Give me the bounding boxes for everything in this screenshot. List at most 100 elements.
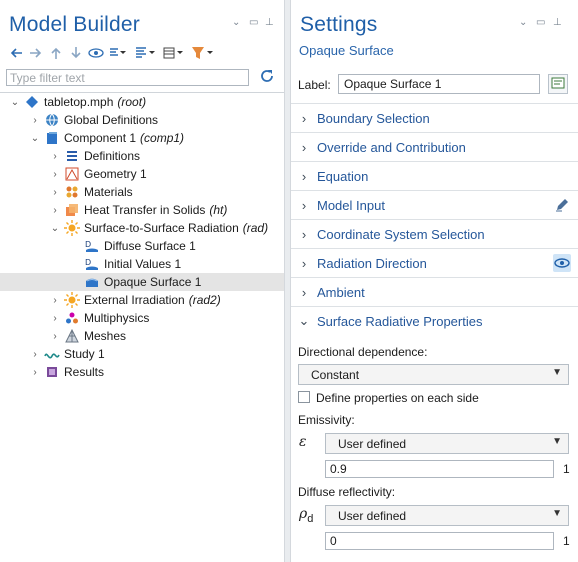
tree-item[interactable]: › Geometry 1 — [0, 165, 284, 183]
tree-item[interactable]: ⌄ tabletop.mph (root) — [0, 93, 284, 111]
view-menu-icon[interactable]: ⌄ — [232, 17, 240, 28]
move-down-icon[interactable] — [66, 43, 86, 63]
label-edit-icon — [551, 76, 565, 93]
directional-dependence-select[interactable]: Constant ▼ — [298, 364, 569, 385]
directional-dependence-label: Directional dependence: — [298, 345, 428, 359]
svg-text:D: D — [85, 258, 91, 267]
emissivity-input[interactable]: 0.9 — [325, 460, 554, 478]
tree-item[interactable]: ⌄ Component 1 (comp1) — [0, 129, 284, 147]
emissivity-unit: 1 — [563, 462, 570, 476]
tree-item-label: Diffuse Surface 1 — [104, 239, 196, 253]
expand-chevron-right-icon[interactable]: › — [30, 115, 40, 126]
tree-item-label: Multiphysics — [84, 311, 150, 325]
expand-icon[interactable] — [132, 43, 160, 63]
filter-funnel-icon[interactable] — [188, 43, 218, 63]
chevron-down-icon: ▼ — [552, 436, 562, 447]
tree-item-label: External Irradiation — [84, 293, 185, 307]
eye-icon[interactable] — [553, 254, 571, 272]
chevron-down-icon: ▼ — [552, 367, 562, 378]
label-action-button[interactable] — [548, 74, 568, 94]
tree-item[interactable]: › Results — [0, 363, 284, 381]
tree-item-label: Study 1 — [64, 347, 105, 361]
maximize-icon[interactable]: ▭ — [536, 17, 545, 28]
heat-transfer-icon — [64, 202, 80, 218]
expand-chevron-right-icon[interactable]: › — [30, 349, 40, 360]
tree-item[interactable]: › Meshes — [0, 327, 284, 345]
section-radiation-direction[interactable]: › Radiation Direction — [291, 248, 578, 277]
rho-subscript: d — [307, 512, 314, 525]
tree-item[interactable]: Opaque Surface 1 — [0, 273, 284, 291]
forward-arrow-icon[interactable] — [26, 43, 46, 63]
section-equation[interactable]: › Equation — [291, 161, 578, 190]
chevron-right-icon: › — [301, 197, 307, 213]
svg-text:D: D — [85, 240, 91, 249]
emissivity-mode-select[interactable]: User defined ▼ — [325, 433, 569, 454]
view-menu-icon[interactable]: ⌄ — [519, 17, 527, 28]
chevron-right-icon: › — [301, 168, 307, 184]
expand-chevron-right-icon[interactable]: › — [50, 313, 60, 324]
show-icon[interactable] — [86, 43, 106, 63]
section-override-and-contribution[interactable]: › Override and Contribution — [291, 132, 578, 161]
section-boundary-selection[interactable]: › Boundary Selection — [291, 103, 578, 132]
tree-item[interactable]: › Multiphysics — [0, 309, 284, 327]
expand-chevron-right-icon[interactable]: › — [50, 187, 60, 198]
layout-icon[interactable] — [160, 43, 188, 63]
section-label: Boundary Selection — [317, 110, 430, 126]
maximize-icon[interactable]: ▭ — [249, 17, 258, 28]
expand-chevron-down-icon[interactable]: ⌄ — [30, 133, 40, 144]
section-ambient[interactable]: › Ambient — [291, 277, 578, 306]
tree-item-tag: (comp1) — [140, 131, 185, 145]
expand-chevron-down-icon[interactable]: ⌄ — [10, 97, 20, 108]
tree-item-label: Component 1 — [64, 131, 137, 145]
opaque-surface-icon — [84, 274, 100, 290]
define-each-side-label: Define properties on each side — [316, 391, 479, 405]
results-icon — [44, 364, 60, 380]
tree-item[interactable]: D Initial Values 1 — [0, 255, 284, 273]
tree-item[interactable]: ⌄ Surface-to-Surface Radiation (rad) — [0, 219, 284, 237]
chevron-right-icon: › — [301, 110, 307, 126]
diffuse-mode-select[interactable]: User defined ▼ — [325, 505, 569, 526]
model-builder-title: Model Builder — [9, 13, 140, 36]
tree-item[interactable]: › Definitions — [0, 147, 284, 165]
pin-icon[interactable]: ⊥ — [553, 17, 562, 28]
tree-item[interactable]: › Heat Transfer in Solids (ht) — [0, 201, 284, 219]
section-label: Radiation Direction — [317, 255, 427, 271]
collapse-icon[interactable] — [106, 43, 132, 63]
pencil-icon[interactable] — [553, 196, 571, 214]
tree-item[interactable]: D Diffuse Surface 1 — [0, 237, 284, 255]
chevron-right-icon: › — [301, 139, 307, 155]
tree-item[interactable]: › Materials — [0, 183, 284, 201]
tree-item-label: tabletop.mph — [44, 95, 114, 109]
define-each-side-checkbox[interactable] — [298, 391, 310, 403]
tree-filter-input[interactable]: Type filter text — [6, 69, 249, 86]
expand-chevron-right-icon[interactable]: › — [50, 331, 60, 342]
section-model-input[interactable]: › Model Input — [291, 190, 578, 219]
tree-item-label: Heat Transfer in Solids — [84, 203, 206, 217]
move-up-icon[interactable] — [46, 43, 66, 63]
label-field[interactable]: Opaque Surface 1 — [338, 74, 540, 94]
chevron-down-icon: ⌄ — [298, 313, 310, 328]
materials-icon — [64, 184, 80, 200]
expand-chevron-right-icon[interactable]: › — [50, 169, 60, 180]
diffuse-reflectivity-symbol: ρd — [299, 506, 313, 525]
refresh-icon[interactable] — [259, 68, 275, 87]
section-label: Ambient — [317, 284, 365, 300]
component-icon — [44, 130, 60, 146]
expand-chevron-right-icon[interactable]: › — [50, 151, 60, 162]
diffuse-reflectivity-input[interactable]: 0 — [325, 532, 554, 550]
tree-item[interactable]: › Study 1 — [0, 345, 284, 363]
radiation-icon — [64, 220, 80, 236]
tree-item-label: Definitions — [84, 149, 141, 163]
expand-chevron-right-icon[interactable]: › — [30, 367, 40, 378]
tree-item[interactable]: › External Irradiation (rad2) — [0, 291, 284, 309]
settings-subtitle: Opaque Surface — [299, 43, 394, 58]
expand-chevron-right-icon[interactable]: › — [50, 295, 60, 306]
section-coordinate-system-selection[interactable]: › Coordinate System Selection — [291, 219, 578, 248]
back-arrow-icon[interactable] — [6, 43, 26, 63]
section-surface-radiative-properties[interactable]: ⌄ Surface Radiative Properties — [291, 306, 578, 335]
expand-chevron-down-icon[interactable]: ⌄ — [50, 223, 60, 234]
settings-title: Settings — [300, 13, 378, 36]
pin-icon[interactable]: ⊥ — [265, 17, 274, 28]
expand-chevron-right-icon[interactable]: › — [50, 205, 60, 216]
tree-item[interactable]: › Global Definitions — [0, 111, 284, 129]
